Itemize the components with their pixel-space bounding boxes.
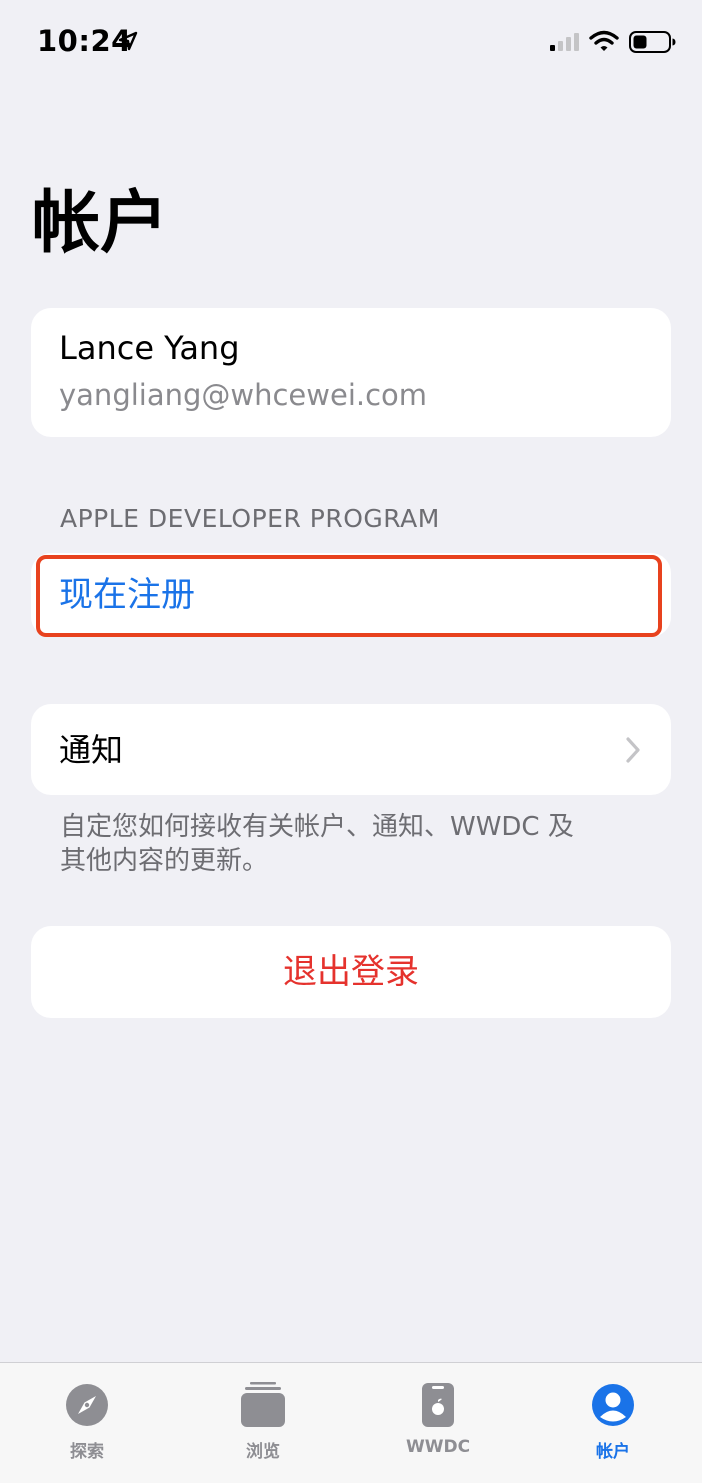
wifi-icon bbox=[589, 30, 619, 51]
user-email: yangliang@whcewei.com bbox=[59, 378, 428, 412]
tab-discover[interactable]: 探索 bbox=[27, 1381, 147, 1462]
notifications-footer: 自定您如何接收有关帐户、通知、WWDC 及 其他内容的更新。 bbox=[60, 810, 650, 878]
page-title: 帐户 bbox=[32, 184, 169, 263]
user-name: Lance Yang bbox=[59, 329, 240, 367]
location-arrow-icon bbox=[118, 31, 138, 51]
tab-wwdc[interactable]: WWDC bbox=[378, 1381, 498, 1457]
device-icon bbox=[422, 1383, 454, 1427]
tab-account[interactable]: 帐户 bbox=[553, 1381, 673, 1462]
battery-icon bbox=[629, 31, 676, 53]
notifications-footer-line2: 其他内容的更新。 bbox=[60, 846, 269, 876]
tab-browse-label: 浏览 bbox=[246, 1442, 280, 1462]
tab-wwdc-label: WWDC bbox=[405, 1437, 471, 1457]
notifications-label: 通知 bbox=[59, 731, 124, 769]
status-bar: 10:24 bbox=[0, 0, 702, 90]
tab-bar: 探索 浏览 WWDC 帐户 bbox=[0, 1362, 702, 1483]
notifications-row[interactable]: 通知 bbox=[31, 704, 671, 795]
compass-icon bbox=[66, 1384, 108, 1426]
sign-out-button[interactable]: 退出登录 bbox=[31, 926, 671, 1018]
profile-card[interactable]: Lance Yang yangliang@whcewei.com bbox=[31, 308, 671, 437]
tab-browse[interactable]: 浏览 bbox=[203, 1381, 323, 1462]
sign-out-label: 退出登录 bbox=[283, 952, 419, 992]
tab-discover-label: 探索 bbox=[70, 1442, 104, 1462]
section-header-developer-program: APPLE DEVELOPER PROGRAM bbox=[60, 504, 440, 533]
notifications-footer-line1: 自定您如何接收有关帐户、通知、WWDC 及 bbox=[60, 812, 574, 842]
tab-account-label: 帐户 bbox=[596, 1442, 630, 1462]
enroll-now-label: 现在注册 bbox=[59, 575, 195, 615]
enroll-now-button[interactable]: 现在注册 bbox=[31, 553, 671, 637]
cellular-signal-icon bbox=[550, 33, 579, 51]
person-circle-icon bbox=[592, 1384, 634, 1426]
chevron-right-icon bbox=[626, 737, 640, 763]
stack-icon bbox=[241, 1382, 285, 1427]
